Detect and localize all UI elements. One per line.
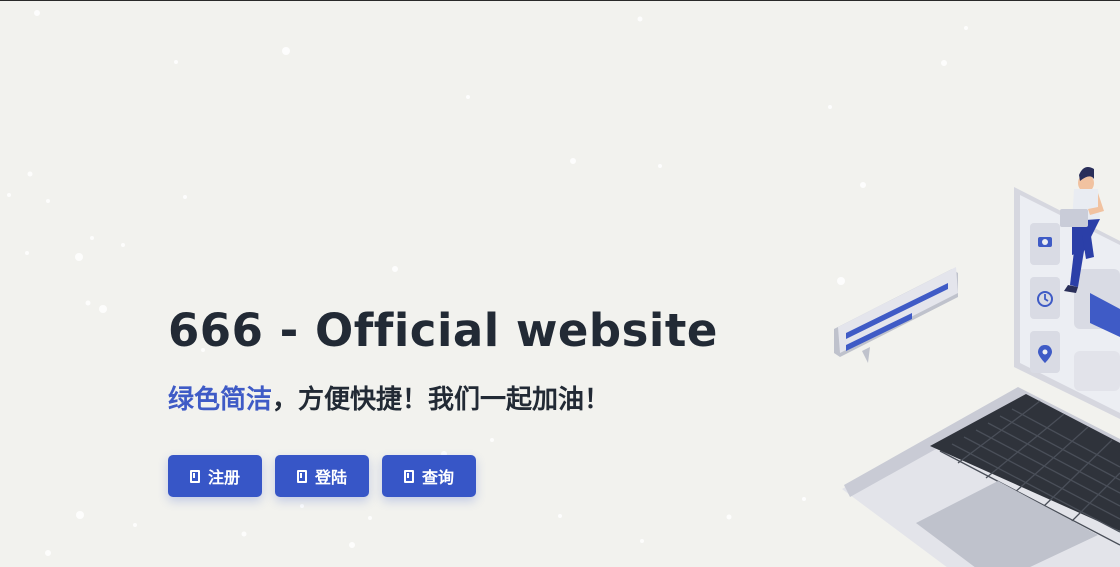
login-button[interactable]: 登陆 [275,455,370,497]
bookmark-icon [404,469,415,483]
query-button[interactable]: 查询 [382,455,477,497]
laptop-illustration [834,167,1120,567]
bookmark-icon [297,469,308,483]
tagline-rest: ，方便快捷！我们一起加油！ [272,385,611,415]
register-button[interactable]: 注册 [168,455,263,497]
register-button-label: 注册 [208,468,241,487]
bookmark-icon [190,469,200,483]
action-buttons: 注册 登陆 查询 [168,455,788,497]
hero-section: 666 - Official website 绿色简洁，方便快捷！我们一起加油！… [168,301,788,497]
chat-bubble-graphic [834,267,958,363]
tagline-accent: 绿色简洁 [168,385,273,415]
query-button-label: 查询 [422,468,455,487]
site-title: 666 - Official website [168,304,718,357]
camera-icon [1038,237,1052,247]
tagline: 绿色简洁，方便快捷！我们一起加油！ [168,383,788,417]
landing-page: 666 - Official website 绿色简洁，方便快捷！我们一起加油！… [0,0,1120,567]
login-button-label: 登陆 [315,468,348,487]
